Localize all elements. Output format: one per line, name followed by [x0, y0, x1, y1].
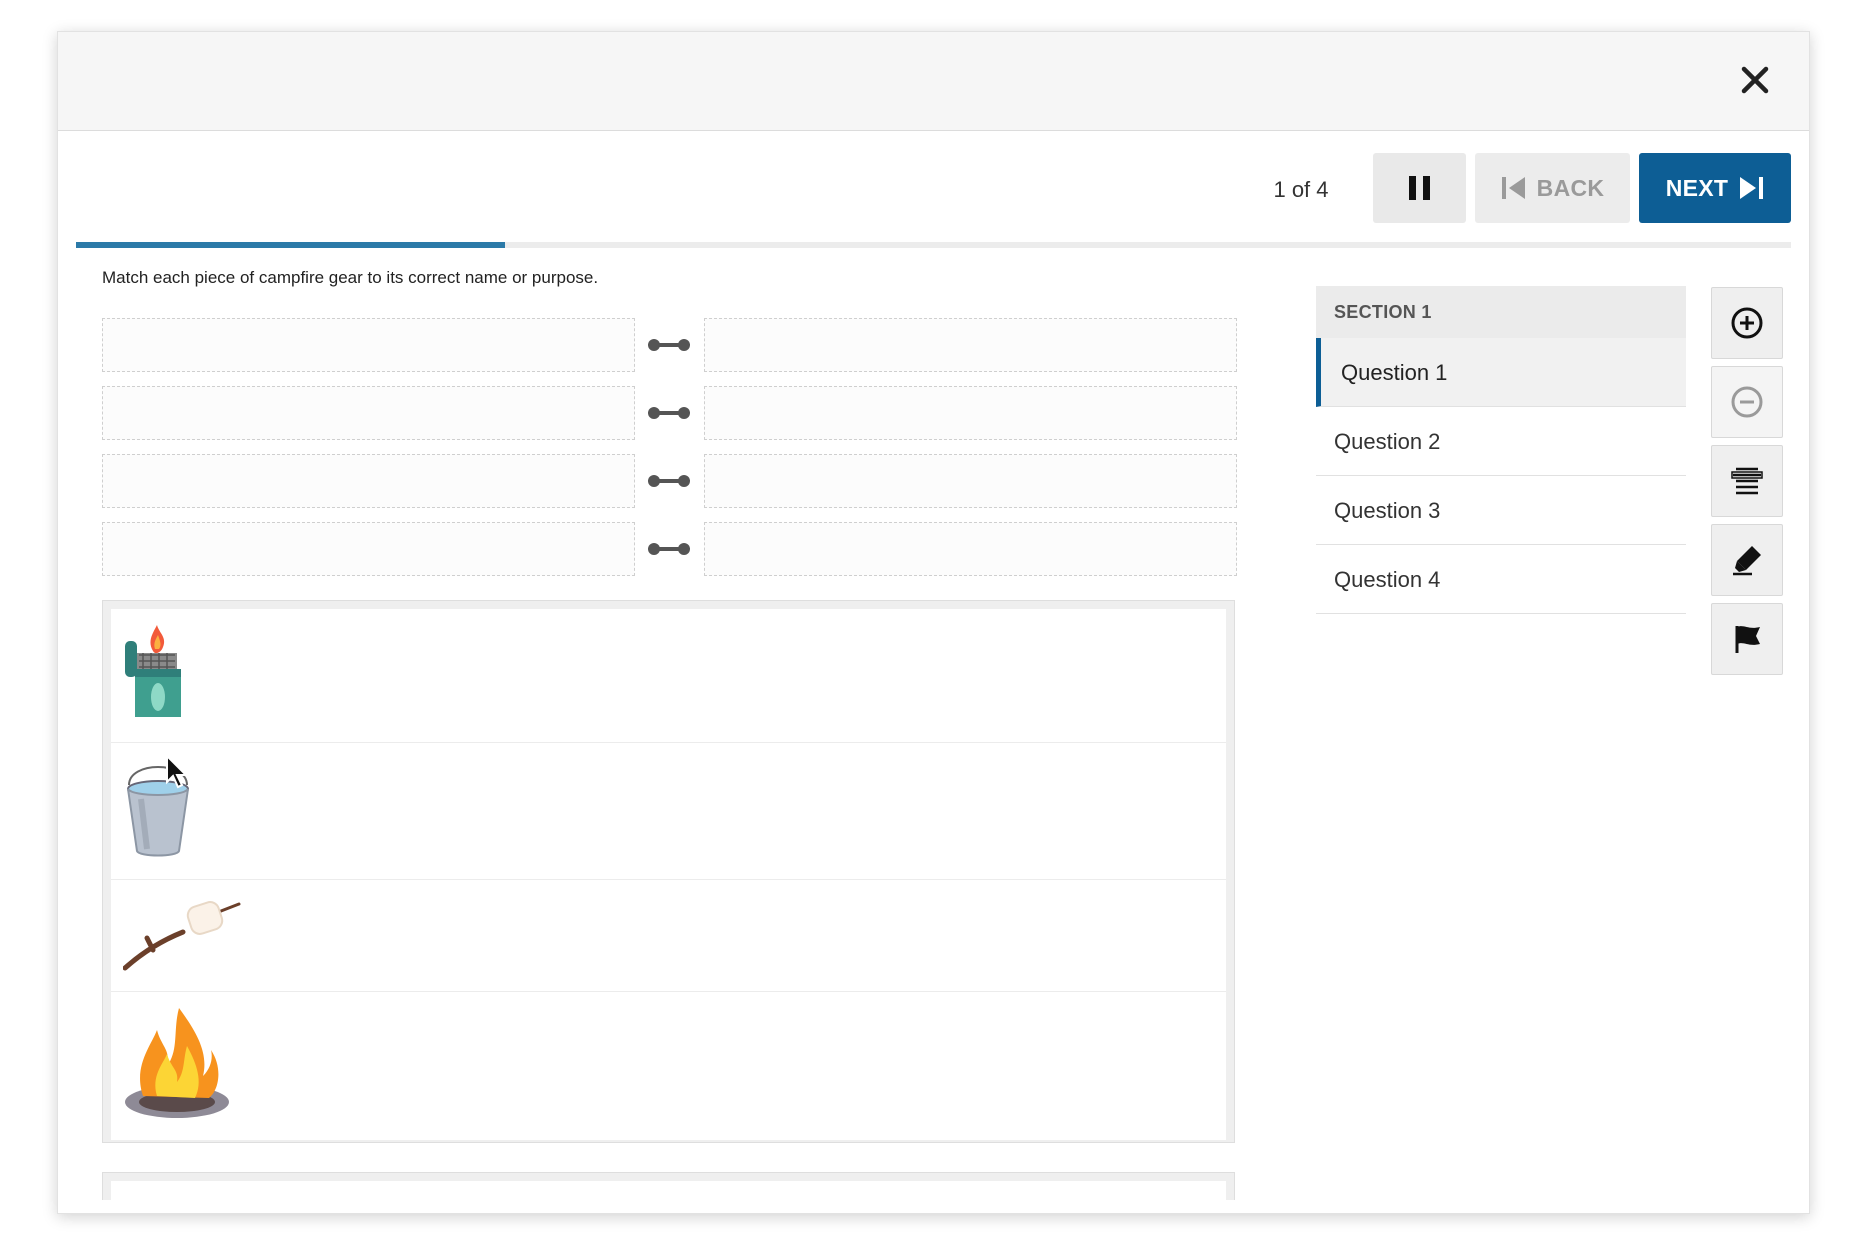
nav-item-question-3[interactable]: Question 3 — [1316, 476, 1686, 545]
drop-target-right[interactable] — [704, 386, 1237, 440]
drop-target-left[interactable] — [102, 522, 635, 576]
highlighter-button[interactable] — [1711, 524, 1783, 596]
connector-icon — [648, 339, 690, 351]
draggable-item-bucket[interactable] — [111, 743, 1226, 880]
drop-target-right[interactable] — [704, 522, 1237, 576]
nav-item-question-2[interactable]: Question 2 — [1316, 407, 1686, 476]
skip-back-icon — [1501, 177, 1525, 199]
draggable-item-marshmallow-stick[interactable] — [111, 880, 1226, 992]
flag-button[interactable] — [1711, 603, 1783, 675]
lighter-icon — [125, 625, 181, 717]
drop-target-left[interactable] — [102, 386, 635, 440]
campfire-icon — [125, 1008, 229, 1118]
connector-icon — [648, 543, 690, 555]
modal-header — [58, 32, 1809, 131]
drop-target-right[interactable] — [704, 318, 1237, 372]
skip-forward-icon — [1740, 177, 1764, 199]
match-row — [102, 318, 1237, 372]
question-navigation: SECTION 1 Question 1 Question 2 Question… — [1316, 286, 1686, 614]
match-row — [102, 386, 1237, 440]
draggable-item-lighter[interactable] — [111, 609, 1226, 743]
next-button-label: NEXT — [1665, 174, 1729, 201]
highlighter-icon — [1733, 546, 1761, 576]
mouse-cursor-icon — [166, 754, 189, 789]
progress-bar — [76, 242, 1791, 248]
test-modal: 1 of 4 BACK NEXT Match each piece of cam… — [57, 31, 1810, 1214]
pause-icon — [1408, 176, 1430, 200]
next-button[interactable]: NEXT — [1639, 153, 1791, 223]
flag-icon — [1735, 626, 1760, 653]
nav-item-question-1[interactable]: Question 1 — [1316, 338, 1686, 407]
zoom-in-button[interactable] — [1711, 287, 1783, 359]
line-reader-icon — [1731, 467, 1763, 495]
close-button[interactable] — [1733, 58, 1777, 102]
zoom-out-icon — [1731, 386, 1763, 418]
side-toolbar — [1711, 287, 1783, 682]
line-reader-button[interactable] — [1711, 445, 1783, 517]
connector-icon — [648, 407, 690, 419]
nav-item-question-4[interactable]: Question 4 — [1316, 545, 1686, 614]
question-prompt: Match each piece of campfire gear to its… — [102, 268, 599, 287]
drop-target-right[interactable] — [704, 454, 1237, 508]
drop-target-left[interactable] — [102, 454, 635, 508]
progress-bar-fill — [76, 242, 505, 248]
back-button[interactable]: BACK — [1475, 153, 1630, 223]
drop-target-left[interactable] — [102, 318, 635, 372]
zoom-out-button[interactable] — [1711, 366, 1783, 438]
close-icon — [1741, 66, 1769, 94]
scroll-clip — [58, 1200, 1809, 1213]
nav-section-header: SECTION 1 — [1316, 286, 1686, 338]
draggable-item-campfire[interactable] — [111, 992, 1226, 1140]
pause-button[interactable] — [1373, 153, 1466, 223]
match-row — [102, 454, 1237, 508]
marshmallow-stick-icon — [123, 901, 241, 971]
image-answer-bank — [102, 600, 1235, 1143]
connector-icon — [648, 475, 690, 487]
back-button-label: BACK — [1536, 174, 1605, 201]
match-row — [102, 522, 1237, 576]
zoom-in-icon — [1731, 307, 1763, 339]
question-counter: 1 of 4 — [1273, 177, 1329, 202]
